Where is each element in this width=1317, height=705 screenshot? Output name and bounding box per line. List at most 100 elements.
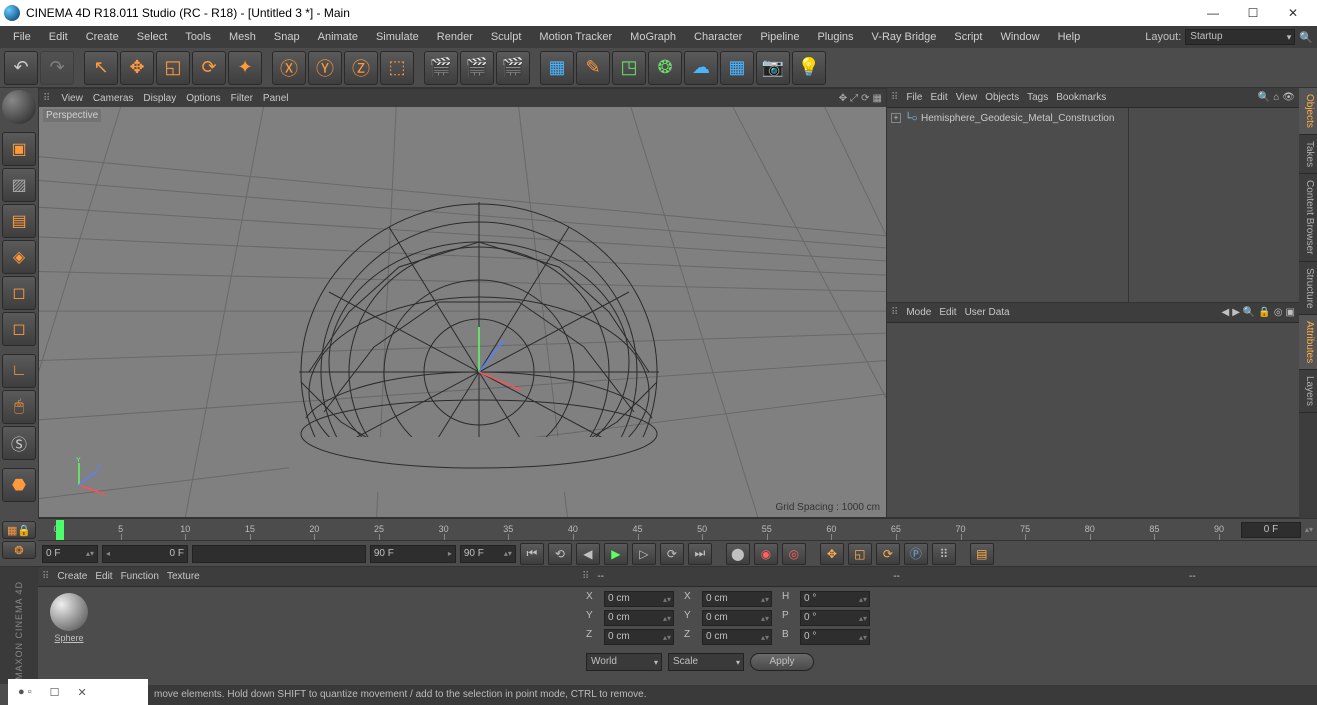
render-view[interactable]: 🎬 <box>424 51 458 85</box>
step-fwd-key[interactable]: ⟳ <box>660 543 684 565</box>
coord-world-dropdown[interactable]: World <box>586 653 662 671</box>
eye-icon[interactable]: 👁 <box>1282 92 1295 103</box>
tab-structure[interactable]: Structure <box>1299 262 1317 316</box>
add-generator[interactable]: ◳ <box>612 51 646 85</box>
vp-menu-display[interactable]: Display <box>143 93 176 104</box>
axis-mode[interactable]: ∟ <box>2 354 36 388</box>
step-fwd[interactable]: ▷ <box>632 543 656 565</box>
attr-menu-userdata[interactable]: User Data <box>965 307 1010 318</box>
add-scene[interactable]: 💡 <box>792 51 826 85</box>
layout-dropdown[interactable]: Startup <box>1185 29 1295 45</box>
spinner-icon[interactable]: ▴▾ <box>1305 525 1313 534</box>
vp-menu-filter[interactable]: Filter <box>231 93 253 104</box>
param-key[interactable]: Ⓟ <box>904 543 928 565</box>
vp-menu-cameras[interactable]: Cameras <box>93 93 134 104</box>
pla-key[interactable]: ⠿ <box>932 543 956 565</box>
object-name[interactable]: Hemisphere_Geodesic_Metal_Construction <box>921 113 1114 124</box>
rot-h-field[interactable]: 0 °▴▾ <box>800 591 870 607</box>
menu-plugins[interactable]: Plugins <box>808 26 862 48</box>
menu-edit[interactable]: Edit <box>40 26 77 48</box>
coord-menu[interactable]: -- <box>597 571 604 582</box>
obj-menu-file[interactable]: File <box>906 92 922 103</box>
max-icon[interactable]: ▣ <box>1286 307 1295 318</box>
menu-create[interactable]: Create <box>77 26 128 48</box>
pos-z-field[interactable]: 0 cm▴▾ <box>604 629 674 645</box>
autokey-button[interactable]: ◉ <box>754 543 778 565</box>
mat-menu-texture[interactable]: Texture <box>167 571 200 582</box>
new-icon[interactable]: ◎ <box>1274 307 1283 318</box>
lock-icon[interactable]: 🔒 <box>1258 307 1270 318</box>
menu-select[interactable]: Select <box>128 26 177 48</box>
lock-icon[interactable]: ▦🔒 <box>2 521 36 539</box>
scrub-bar[interactable] <box>192 545 366 563</box>
menu-snap[interactable]: Snap <box>265 26 309 48</box>
minimize-button[interactable]: — <box>1193 0 1233 26</box>
menu-mograph[interactable]: MoGraph <box>621 26 685 48</box>
move-tool[interactable]: ✥ <box>120 51 154 85</box>
obj-menu-tags[interactable]: Tags <box>1027 92 1048 103</box>
obj-menu-view[interactable]: View <box>956 92 978 103</box>
frame-range-end[interactable]: 90 F▸ <box>370 545 456 563</box>
step-back-key[interactable]: ⟲ <box>548 543 572 565</box>
z-axis-toggle[interactable]: Ⓩ <box>344 51 378 85</box>
nav-fwd-icon[interactable]: ▶ <box>1232 307 1240 318</box>
scale-tool[interactable]: ◱ <box>156 51 190 85</box>
grip-icon[interactable]: ⠿ <box>891 92 898 103</box>
pos-y-field[interactable]: 0 cm▴▾ <box>604 610 674 626</box>
attr-menu-edit[interactable]: Edit <box>939 307 956 318</box>
grip-icon[interactable]: ⠿ <box>43 93 51 104</box>
vp-zoom-icon[interactable]: ⤢ <box>850 93 858 104</box>
timeline-end-field[interactable]: 0 F <box>1241 522 1301 538</box>
goto-end[interactable]: ⏭ <box>688 543 712 565</box>
menu-mesh[interactable]: Mesh <box>220 26 265 48</box>
x-axis-toggle[interactable]: Ⓧ <box>272 51 306 85</box>
menu-animate[interactable]: Animate <box>309 26 367 48</box>
task-restore-icon[interactable]: ☐ <box>50 686 60 699</box>
menu-sculpt[interactable]: Sculpt <box>482 26 531 48</box>
tab-takes[interactable]: Takes <box>1299 135 1317 174</box>
attr-menu-mode[interactable]: Mode <box>906 307 931 318</box>
frame-current[interactable]: ◂0 F <box>102 545 188 563</box>
menu-pipeline[interactable]: Pipeline <box>751 26 808 48</box>
frame-end[interactable]: 90 F▴▾ <box>460 545 516 563</box>
object-tree[interactable]: + └○ Hemisphere_Geodesic_Metal_Construct… <box>887 108 1129 302</box>
size-z-field[interactable]: 0 cm▴▾ <box>702 629 772 645</box>
menu-render[interactable]: Render <box>428 26 482 48</box>
animation-layout[interactable]: ▤ <box>970 543 994 565</box>
add-cube[interactable]: ▦ <box>540 51 574 85</box>
edge-mode[interactable]: ◻ <box>2 312 36 346</box>
menu-help[interactable]: Help <box>1049 26 1090 48</box>
menu-file[interactable]: File <box>4 26 40 48</box>
task-close-icon[interactable]: ✕ <box>77 686 86 699</box>
object-tags[interactable] <box>1129 108 1299 302</box>
size-y-field[interactable]: 0 cm▴▾ <box>702 610 772 626</box>
scale-key[interactable]: ◱ <box>848 543 872 565</box>
search-icon[interactable]: 🔍 <box>1299 31 1313 44</box>
rot-p-field[interactable]: 0 °▴▾ <box>800 610 870 626</box>
search-icon[interactable]: 🔍 <box>1243 307 1255 318</box>
redo-button[interactable]: ↷ <box>40 51 74 85</box>
vp-pan-icon[interactable]: ✥ <box>839 93 847 104</box>
mat-menu-function[interactable]: Function <box>121 571 159 582</box>
grip-icon[interactable]: ⠿ <box>42 571 49 582</box>
last-tool[interactable]: ✦ <box>228 51 262 85</box>
vp-menu-view[interactable]: View <box>61 93 83 104</box>
tab-layers[interactable]: Layers <box>1299 370 1317 413</box>
keyframe-sel[interactable]: ◎ <box>782 543 806 565</box>
expand-icon[interactable]: + <box>891 113 901 123</box>
undo-button[interactable]: ↶ <box>4 51 38 85</box>
active-tool-icon[interactable] <box>2 90 36 124</box>
tab-objects[interactable]: Objects <box>1299 88 1317 135</box>
mat-menu-edit[interactable]: Edit <box>95 571 112 582</box>
pos-x-field[interactable]: 0 cm▴▾ <box>604 591 674 607</box>
obj-menu-objects[interactable]: Objects <box>985 92 1019 103</box>
grip-icon[interactable]: ⠿ <box>582 571 589 582</box>
texture-mode[interactable]: ▤ <box>2 204 36 238</box>
obj-menu-bookmarks[interactable]: Bookmarks <box>1056 92 1106 103</box>
rotate-tool[interactable]: ⟳ <box>192 51 226 85</box>
coord-system[interactable]: ⬚ <box>380 51 414 85</box>
size-x-field[interactable]: 0 cm▴▾ <box>702 591 772 607</box>
maximize-button[interactable]: ☐ <box>1233 0 1273 26</box>
menu-window[interactable]: Window <box>991 26 1048 48</box>
rot-b-field[interactable]: 0 °▴▾ <box>800 629 870 645</box>
